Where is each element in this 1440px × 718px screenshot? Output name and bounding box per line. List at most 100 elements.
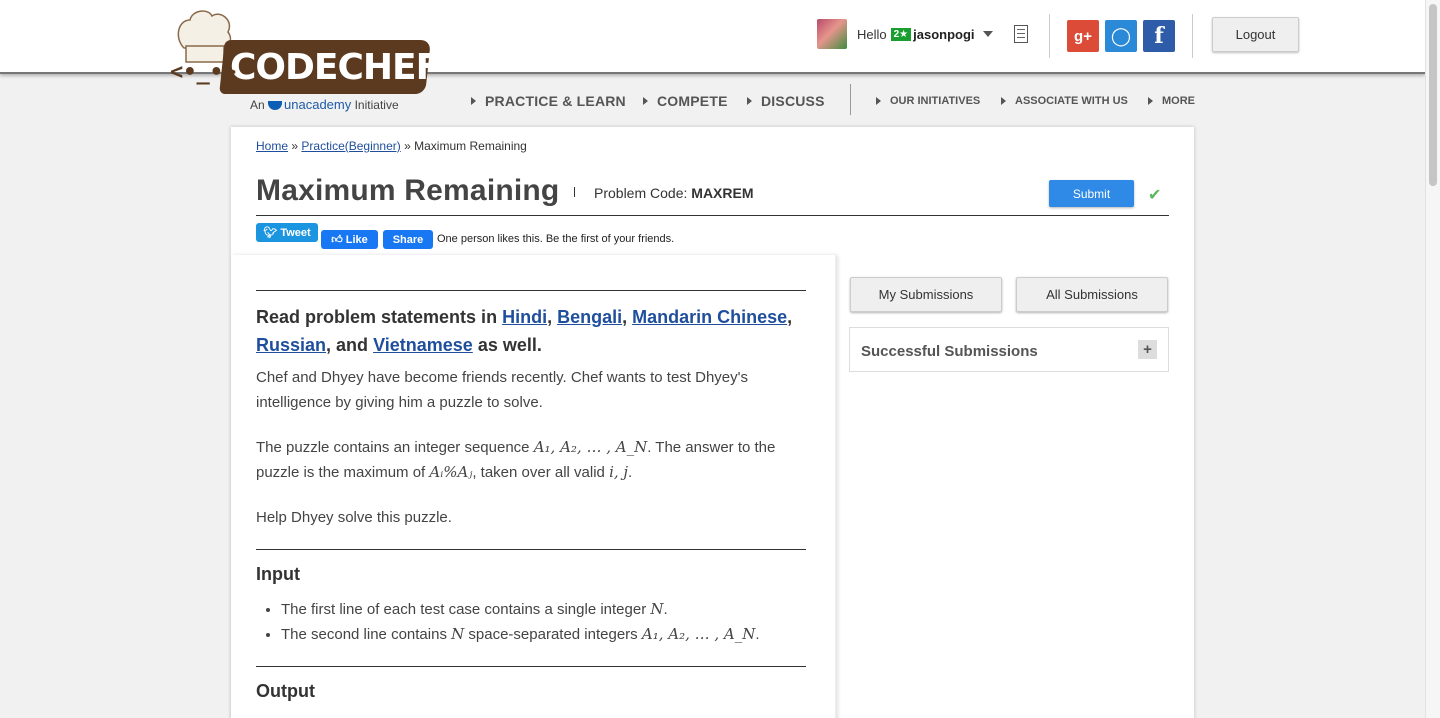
input-list: The first line of each test case contain…	[281, 597, 821, 647]
list-item-text: The second line contains	[281, 626, 447, 643]
problem-code-label: Problem Code:	[594, 185, 688, 201]
caret-right-icon	[747, 97, 752, 105]
logo-sub-prefix: An	[250, 98, 265, 112]
caret-right-icon	[876, 97, 881, 105]
math-sequence: A₁, A₂, … , A_N	[533, 438, 648, 456]
statement-paragraph-2: The puzzle contains an integer sequence …	[256, 435, 816, 485]
lang-link-hindi[interactable]: Hindi	[502, 307, 547, 327]
languages-suffix: as well.	[477, 335, 542, 355]
fb-likes-text: One person likes this. Be the first of y…	[437, 233, 675, 245]
problem-code-value: MAXREM	[691, 185, 754, 201]
avatar[interactable]	[817, 19, 847, 49]
header-divider	[1049, 14, 1050, 58]
list-item: The first line of each test case contain…	[281, 597, 821, 622]
breadcrumb-separator: »	[291, 139, 299, 153]
math-indices: i, j	[609, 463, 629, 481]
list-item-end: .	[663, 601, 668, 618]
expand-plus-icon[interactable]: +	[1138, 340, 1157, 359]
breadcrumb-home-link[interactable]: Home	[256, 139, 288, 153]
logo-text: CODECHEF	[230, 47, 440, 88]
caret-right-icon	[1001, 97, 1006, 105]
header-divider	[1192, 14, 1193, 58]
tweet-label: Tweet	[280, 226, 311, 239]
github-icon[interactable]: ◯	[1105, 20, 1137, 52]
lang-link-vietnamese[interactable]: Vietnamese	[373, 335, 473, 355]
list-item-end: .	[755, 626, 760, 643]
fb-share-button[interactable]: Share	[383, 230, 433, 249]
title-underline	[256, 215, 1169, 216]
unacademy-text: unacademy	[284, 97, 352, 112]
logo-sub-suffix: Initiative	[354, 98, 399, 112]
para2-text: The puzzle contains an integer sequence	[256, 439, 530, 456]
codechef-logo[interactable]: CODECHEF <•_•> An unacademy Initiative	[170, 8, 440, 114]
statement-paragraph-1: Chef and Dhyey have become friends recen…	[256, 369, 748, 411]
nav-label: COMPETE	[657, 93, 728, 109]
statement-paragraph-3: Help Dhyey solve this puzzle.	[256, 509, 452, 526]
breadcrumb-separator: »	[404, 139, 411, 153]
submit-button[interactable]: Submit	[1049, 180, 1134, 207]
nav-practice-learn[interactable]: PRACTICE & LEARN	[471, 92, 626, 110]
tweet-button[interactable]: 🐦︎ Tweet	[256, 223, 318, 242]
chevron-down-icon[interactable]	[982, 31, 993, 37]
languages-prefix: Read problem statements in	[256, 307, 498, 327]
lang-link-mandarin[interactable]: Mandarin Chinese	[632, 307, 787, 327]
fb-like-button[interactable]: 👍︎ Like	[321, 230, 378, 249]
nav-associate-with-us[interactable]: ASSOCIATE WITH US	[1001, 92, 1128, 110]
successful-submissions-panel[interactable]: Successful Submissions +	[849, 327, 1169, 372]
title-divider	[574, 187, 575, 197]
scrollbar[interactable]	[1425, 0, 1440, 718]
list-item: The second line contains N space-separat…	[281, 622, 821, 647]
nav-label: PRACTICE & LEARN	[485, 93, 626, 109]
nav-label: ASSOCIATE WITH US	[1015, 95, 1128, 107]
facebook-icon[interactable]: f	[1143, 20, 1175, 52]
my-submissions-button[interactable]: My Submissions	[850, 277, 1002, 312]
breadcrumb-practice-link[interactable]: Practice(Beginner)	[301, 139, 400, 153]
math-var: N	[650, 600, 664, 618]
logout-button[interactable]: Logout	[1212, 17, 1299, 52]
section-divider	[256, 549, 806, 550]
star-rating-badge: 2★	[890, 27, 912, 41]
nav-label: DISCUSS	[761, 93, 825, 109]
nav-label: MORE	[1162, 95, 1195, 107]
para2-text: , taken over all valid	[472, 464, 605, 481]
output-heading: Output	[256, 681, 315, 701]
google-plus-icon[interactable]: g+	[1067, 20, 1099, 52]
list-item-text: The first line of each test case contain…	[281, 601, 647, 618]
language-links: Read problem statements in Hindi, Bengal…	[256, 307, 793, 355]
check-icon: ✔	[1148, 187, 1162, 204]
math-sequence: A₁, A₂, … , A_N	[641, 625, 756, 643]
section-divider	[256, 666, 806, 667]
username[interactable]: jasonpogi	[913, 27, 974, 42]
page-title: Maximum Remaining	[256, 174, 560, 207]
thumbs-up-icon: 👍︎	[331, 234, 343, 246]
nav-more[interactable]: MORE	[1148, 92, 1195, 110]
like-label: Like	[345, 233, 368, 246]
nav-label: OUR INITIATIVES	[890, 95, 981, 107]
logo-subtitle: An unacademy Initiative	[250, 97, 399, 112]
section-divider	[256, 290, 806, 291]
greeting-text: Hello	[857, 26, 887, 42]
languages-and: , and	[326, 335, 369, 355]
caret-right-icon	[643, 97, 648, 105]
breadcrumb-current: Maximum Remaining	[414, 139, 527, 153]
list-item-text: space-separated integers	[468, 626, 638, 643]
lang-link-bengali[interactable]: Bengali	[557, 307, 622, 327]
notes-icon[interactable]	[1014, 25, 1028, 43]
all-submissions-button[interactable]: All Submissions	[1016, 277, 1168, 312]
twitter-bird-icon: 🐦︎	[263, 227, 278, 239]
scrollbar-thumb[interactable]	[1429, 4, 1437, 186]
caret-right-icon	[471, 97, 476, 105]
unacademy-icon	[268, 101, 283, 110]
lang-link-russian[interactable]: Russian	[256, 335, 326, 355]
problem-card: Home » Practice(Beginner) » Maximum Rema…	[231, 127, 1194, 718]
nav-divider	[850, 84, 851, 115]
nav-discuss[interactable]: DISCUSS	[747, 92, 825, 110]
nav-compete[interactable]: COMPETE	[643, 92, 728, 110]
math-var: N	[451, 625, 465, 643]
math-expression: Aᵢ%Aⱼ	[429, 463, 473, 481]
input-heading: Input	[256, 564, 300, 584]
para2-text: .	[628, 464, 633, 481]
nav-our-initiatives[interactable]: OUR INITIATIVES	[876, 92, 980, 110]
caret-right-icon	[1148, 97, 1153, 105]
user-greeting[interactable]: Hello 2★ jasonpogi	[817, 19, 993, 49]
